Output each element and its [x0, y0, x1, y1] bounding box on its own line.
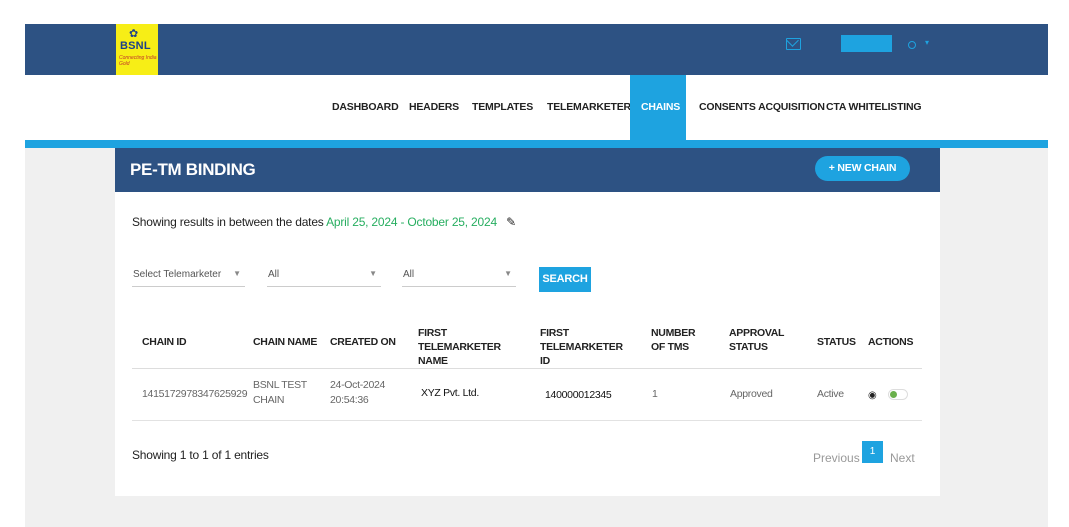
date-range-text: Showing results in between the dates Apr… — [132, 215, 516, 229]
table-header-divider — [132, 368, 922, 369]
main-nav: DASHBOARD HEADERS TEMPLATES TELEMARKETER… — [25, 75, 1048, 140]
entries-info: Showing 1 to 1 of 1 entries — [132, 448, 269, 462]
logo-text: BSNL — [120, 40, 151, 52]
col-header-approval-status[interactable]: APPROVAL STATUS — [729, 326, 789, 354]
user-icon[interactable] — [908, 41, 916, 49]
date-range-value[interactable]: April 25, 2024 - October 25, 2024 — [326, 215, 497, 229]
toggle-knob — [890, 391, 897, 398]
new-chain-button[interactable]: + NEW CHAIN — [815, 156, 910, 181]
col-header-actions: ACTIONS — [868, 336, 914, 348]
pencil-icon[interactable]: ✎ — [506, 215, 516, 229]
col-header-first-tm-id[interactable]: FIRST TELEMARKETER ID — [540, 326, 630, 368]
cell-first-tm-name: XYZ Pvt. Ltd. — [421, 387, 479, 399]
col-header-chain-id[interactable]: CHAIN ID — [142, 335, 187, 349]
nav-underline — [25, 140, 1048, 148]
cell-approval-status: Approved — [730, 388, 773, 400]
page-title: PE-TM BINDING — [130, 160, 256, 179]
telemarketer-select-value: Select Telemarketer — [133, 269, 222, 280]
chevron-down-icon: ▼ — [369, 269, 377, 278]
nav-dashboard[interactable]: DASHBOARD — [321, 75, 409, 140]
cell-chain-id: 1415172978347625929 — [142, 388, 248, 400]
search-button[interactable]: SEARCH — [539, 267, 591, 292]
cell-status: Active — [817, 388, 844, 400]
telemarketer-select[interactable]: Select Telemarketer ▼ — [132, 259, 245, 287]
col-header-chain-name[interactable]: CHAIN NAME — [253, 335, 317, 349]
logo-emblem-icon: ✿ — [129, 28, 139, 40]
bsnl-logo[interactable]: ✿ BSNL Connecting India Gold — [116, 24, 158, 75]
pagination-page-1[interactable]: 1 — [862, 441, 883, 463]
nav-cta-whitelisting[interactable]: CTA WHITELISTING — [815, 75, 932, 140]
pagination-next[interactable]: Next — [890, 451, 915, 465]
top-bar: ✿ BSNL Connecting India Gold ▾ — [25, 24, 1048, 75]
date-range-prefix: Showing results in between the dates — [132, 215, 324, 229]
nav-chains[interactable]: CHAINS — [630, 75, 686, 140]
filter-select-2[interactable]: All ▼ — [267, 259, 381, 287]
col-header-status[interactable]: STATUS — [817, 335, 856, 349]
filter-select-3[interactable]: All ▼ — [402, 259, 516, 287]
chevron-down-icon[interactable]: ▾ — [925, 38, 929, 47]
status-toggle[interactable] — [888, 389, 908, 400]
cell-first-tm-id: 140000012345 — [545, 389, 612, 401]
filter-select-2-value: All — [268, 269, 280, 280]
nav-headers[interactable]: HEADERS — [398, 75, 470, 140]
nav-templates[interactable]: TEMPLATES — [461, 75, 544, 140]
cell-chain-name: BSNL TEST CHAIN — [253, 379, 307, 406]
card-header: PE-TM BINDING + NEW CHAIN — [115, 148, 940, 192]
col-header-first-tm-name[interactable]: FIRST TELEMARKETER NAME — [418, 326, 523, 368]
chain-card: PE-TM BINDING + NEW CHAIN Showing result… — [115, 148, 940, 496]
view-eye-icon[interactable]: ◉ — [868, 390, 877, 401]
filter-select-3-value: All — [403, 269, 415, 280]
chevron-down-icon: ▼ — [504, 269, 512, 278]
cell-created-on: 24-Oct-2024 20:54:36 — [330, 379, 386, 406]
table-row-divider — [132, 420, 922, 421]
pagination-previous[interactable]: Previous — [813, 451, 860, 465]
mail-icon[interactable] — [786, 38, 801, 50]
col-header-created-on[interactable]: CREATED ON — [330, 335, 396, 349]
user-name-badge[interactable] — [841, 35, 892, 52]
col-header-number-of-tms[interactable]: NUMBER OF TMS — [651, 326, 711, 354]
cell-number-of-tms: 1 — [652, 388, 658, 400]
logo-tagline: Connecting India Gold — [119, 55, 157, 67]
chevron-down-icon: ▼ — [233, 269, 241, 278]
nav-consents-acquisition[interactable]: CONSENTS ACQUISITION — [688, 75, 836, 140]
